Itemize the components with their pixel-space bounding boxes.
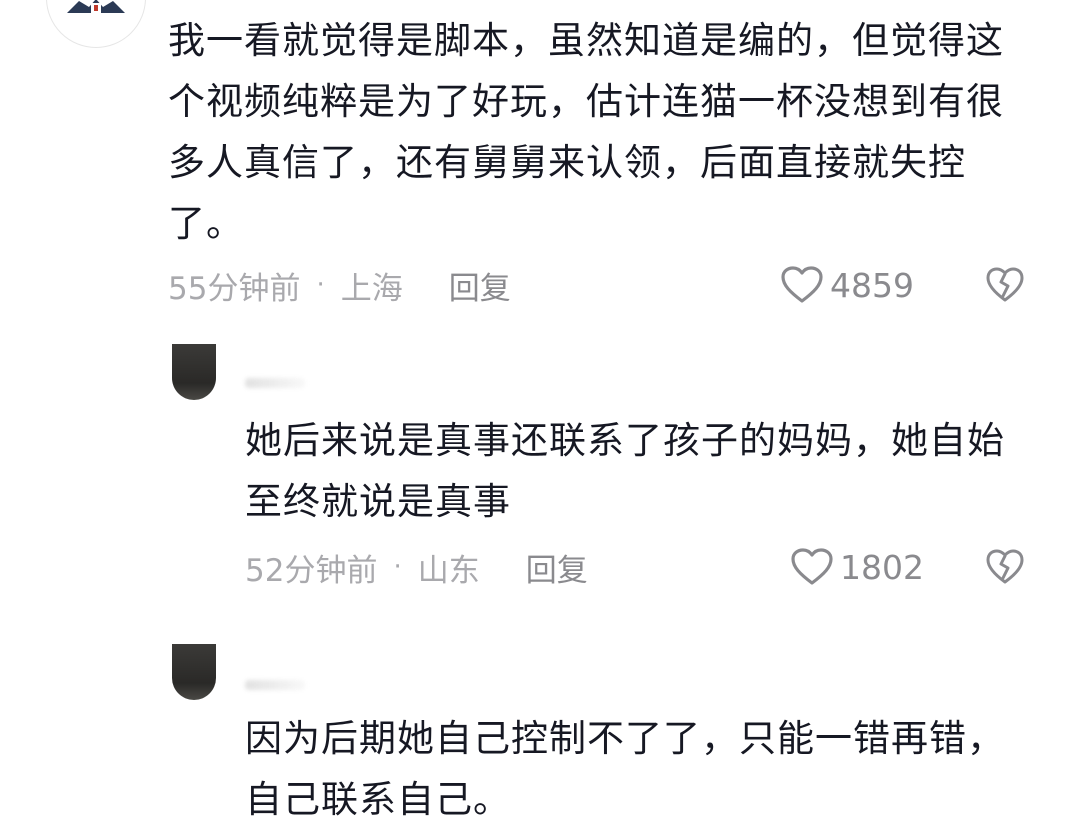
like-button[interactable]: 1802 [790,545,924,589]
reply-location: 山东 [417,552,480,589]
reply-button[interactable]: 回复 [526,545,588,590]
avatar[interactable] [46,0,146,48]
comment-text: 我一看就觉得是脚本，虽然知道是编的，但觉得这个视频纯粹是为了好玩，估计连猫一杯没… [168,19,1004,245]
reply-item: 她后来说是真事还联系了孩子的妈妈，她自始至终就说是真事 52分钟前 · 山东 回… [0,340,1080,620]
avatar[interactable] [172,344,216,400]
meta-separator: · [316,270,325,300]
heart-outline-icon [791,548,833,585]
reply-item: 因为后期她自己控制不了了，只能一错再错，自己联系自己。 [0,640,1080,830]
reply-button[interactable]: 回复 [449,263,511,308]
heart-outline-icon [781,266,823,303]
comment-meta: 55分钟前 · 上海 回复 [168,263,511,308]
reply-text: 因为后期她自己控制不了了，只能一错再错，自己联系自己。 [245,717,1005,821]
dislike-button[interactable] [985,547,1025,587]
broken-heart-icon [986,549,1024,584]
like-count: 1802 [840,547,924,587]
reply-text: 她后来说是真事还联系了孩子的妈妈，她自始至终就说是真事 [245,419,1005,523]
dislike-button[interactable] [985,265,1025,305]
meta-separator: · [393,552,402,582]
username-redacted [245,378,305,388]
avatar-logo-icon [67,0,125,13]
like-button[interactable]: 4859 [780,263,914,307]
reply-meta: 52分钟前 · 山东 回复 [245,545,588,590]
username-redacted [245,680,305,690]
like-count: 4859 [830,265,914,305]
reply-time: 52分钟前 [245,552,378,589]
comment-time: 55分钟前 [168,270,301,307]
broken-heart-icon [986,267,1024,302]
comment-item: 我一看就觉得是脚本，虽然知道是编的，但觉得这个视频纯粹是为了好玩，估计连猫一杯没… [0,0,1080,320]
comment-location: 上海 [340,270,403,307]
avatar[interactable] [172,644,216,700]
